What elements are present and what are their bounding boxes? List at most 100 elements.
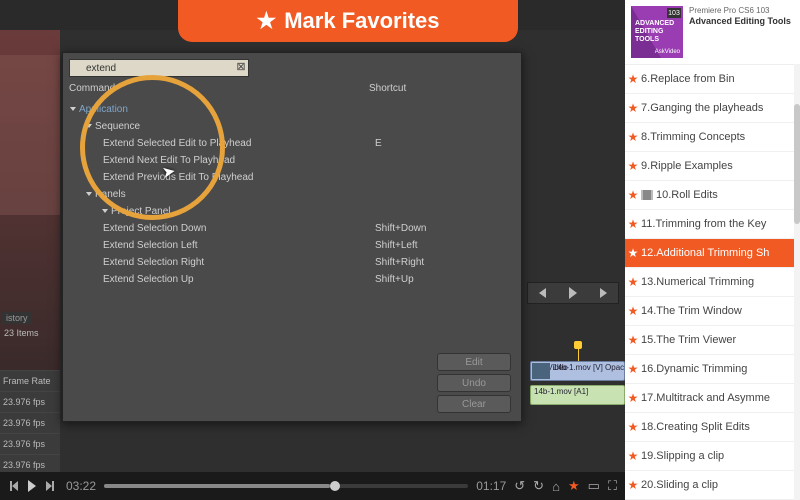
scrollbar-thumb[interactable]: [794, 104, 800, 224]
disclosure-triangle-icon[interactable]: [70, 107, 76, 111]
video-clip[interactable]: 14b-1.mov [V] Opacity:O AskVideo: [530, 361, 625, 381]
lesson-item[interactable]: ★15. The Trim Viewer: [625, 326, 800, 355]
step-back-icon[interactable]: [539, 288, 546, 298]
lesson-list: ★6. Replace from Bin★7. Ganging the play…: [625, 64, 800, 500]
disclosure-triangle-icon[interactable]: [86, 124, 92, 128]
command-label: Extend Selection Down: [103, 223, 206, 234]
sidebar-scrollbar[interactable]: [794, 64, 800, 500]
favorite-star-icon[interactable]: ★: [625, 391, 641, 405]
lesson-item[interactable]: ★6. Replace from Bin: [625, 65, 800, 94]
favorite-star-icon[interactable]: ★: [625, 246, 641, 260]
frame-rate-value: 23.976 fps: [0, 433, 60, 454]
lesson-title: Replace from Bin: [650, 73, 734, 85]
seek-knob[interactable]: [330, 481, 340, 491]
lesson-title: Multitrack and Asymme: [656, 392, 770, 404]
audio-clip[interactable]: 14b-1.mov [A1]: [530, 385, 625, 405]
favorite-star-icon[interactable]: ★: [625, 275, 641, 289]
favorite-star-icon[interactable]: ★: [625, 304, 641, 318]
shortcut-row[interactable]: Extend Previous Edit To Playhead: [69, 169, 515, 186]
new-window-icon[interactable]: ▭: [588, 478, 600, 494]
favorite-star-icon[interactable]: ★: [625, 333, 641, 347]
frame-rate-column: Frame Rate 23.976 fps 23.976 fps 23.976 …: [0, 370, 60, 472]
command-label: Extend Selection Up: [103, 274, 194, 285]
command-label: Project Panel: [111, 206, 170, 217]
clear-search-icon[interactable]: ⊠: [235, 61, 247, 73]
lesson-item[interactable]: ★18. Creating Split Edits: [625, 413, 800, 442]
seek-bar[interactable]: [104, 484, 468, 488]
play-button[interactable]: [24, 479, 40, 493]
lesson-item[interactable]: ★16. Dynamic Trimming: [625, 355, 800, 384]
lesson-item[interactable]: ★11. Trimming from the Key: [625, 210, 800, 239]
time-elapsed: 03:22: [66, 479, 96, 493]
lesson-number: 15.: [641, 334, 656, 346]
lesson-item[interactable]: ★9. Ripple Examples: [625, 152, 800, 181]
frame-rate-value: 23.976 fps: [0, 454, 60, 472]
favorite-star-icon[interactable]: ★: [625, 188, 641, 202]
step-forward-icon[interactable]: [600, 288, 607, 298]
course-thumbnail[interactable]: 103 ADVANCEDEDITING TOOLS AskVideo: [631, 6, 683, 58]
favorite-star-icon[interactable]: ★: [625, 159, 641, 173]
favorite-star-icon[interactable]: ★: [625, 449, 641, 463]
favorite-star-icon[interactable]: ★: [625, 362, 641, 376]
rewind-icon[interactable]: ↺: [514, 478, 525, 494]
next-chapter-button[interactable]: [42, 479, 58, 493]
search-input[interactable]: [69, 59, 249, 77]
lesson-number: 18.: [641, 421, 656, 433]
dialog-header: Command Shortcut: [69, 83, 515, 99]
disclosure-triangle-icon[interactable]: [86, 192, 92, 196]
lesson-item[interactable]: ★20. Sliding a clip: [625, 471, 800, 500]
shortcut-row[interactable]: Project Panel: [69, 203, 515, 220]
clear-button[interactable]: Clear: [437, 395, 511, 413]
shortcut-row[interactable]: Extend Next Edit To Playhead: [69, 152, 515, 169]
lesson-item[interactable]: ★10. Roll Edits: [625, 181, 800, 210]
shortcut-label: E: [375, 138, 515, 149]
lesson-title: Sliding a clip: [656, 479, 718, 491]
edit-button[interactable]: Edit: [437, 353, 511, 371]
lesson-title: Ripple Examples: [650, 160, 733, 172]
favorite-star-icon[interactable]: ★: [625, 101, 641, 115]
lesson-number: 16.: [641, 363, 656, 375]
player-controls: 03:22 01:17 ↺ ↻ ⌂ ★ ▭ ⛶: [0, 472, 625, 500]
shortcut-row[interactable]: Panels: [69, 186, 515, 203]
course-number-badge: 103: [667, 8, 681, 18]
favorite-star-icon[interactable]: ★: [625, 72, 641, 86]
shortcut-row[interactable]: Application: [69, 101, 515, 118]
lesson-title: Ganging the playheads: [650, 102, 763, 114]
column-shortcut: Shortcut: [369, 83, 406, 99]
home-icon[interactable]: ⌂: [552, 479, 560, 494]
lesson-item[interactable]: ★19. Slipping a clip: [625, 442, 800, 471]
favorite-star-icon[interactable]: ★: [625, 420, 641, 434]
command-label: Extend Selection Left: [103, 240, 198, 251]
forward-icon[interactable]: ↻: [533, 478, 544, 494]
play-icon[interactable]: [569, 287, 577, 299]
shortcut-row[interactable]: Extend Selected Edit to PlayheadE: [69, 135, 515, 152]
lesson-item[interactable]: ★17. Multitrack and Asymme: [625, 384, 800, 413]
shortcut-row[interactable]: Extend Selection DownShift+Down: [69, 220, 515, 237]
lesson-number: 12.: [641, 247, 656, 259]
favorite-star-icon[interactable]: ★: [625, 478, 641, 492]
shortcut-row[interactable]: Extend Selection LeftShift+Left: [69, 237, 515, 254]
shortcut-row[interactable]: Extend Selection RightShift+Right: [69, 254, 515, 271]
lesson-title: Creating Split Edits: [656, 421, 750, 433]
item-count: 23 Items: [4, 328, 39, 338]
shortcut-row[interactable]: Sequence: [69, 118, 515, 135]
premiere-source-thumb-overlay: [0, 55, 60, 215]
lesson-number: 8.: [641, 131, 650, 143]
playhead-icon[interactable]: [578, 347, 579, 361]
lesson-number: 17.: [641, 392, 656, 404]
favorite-star-icon[interactable]: ★: [625, 130, 641, 144]
lesson-item[interactable]: ★14. The Trim Window: [625, 297, 800, 326]
favorite-star-icon[interactable]: ★: [625, 217, 641, 231]
lesson-item[interactable]: ★7. Ganging the playheads: [625, 94, 800, 123]
undo-button[interactable]: Undo: [437, 374, 511, 392]
lesson-item[interactable]: ★8. Trimming Concepts: [625, 123, 800, 152]
disclosure-triangle-icon[interactable]: [102, 209, 108, 213]
favorite-toggle-button[interactable]: ★: [568, 478, 580, 494]
shortcut-row[interactable]: Extend Selection UpShift+Up: [69, 271, 515, 288]
lesson-number: 14.: [641, 305, 656, 317]
fullscreen-icon[interactable]: ⛶: [608, 478, 617, 494]
prev-chapter-button[interactable]: [6, 479, 22, 493]
lesson-item[interactable]: ★13. Numerical Trimming: [625, 268, 800, 297]
lesson-item[interactable]: ★12. Additional Trimming Sh: [625, 239, 800, 268]
lesson-number: 9.: [641, 160, 650, 172]
